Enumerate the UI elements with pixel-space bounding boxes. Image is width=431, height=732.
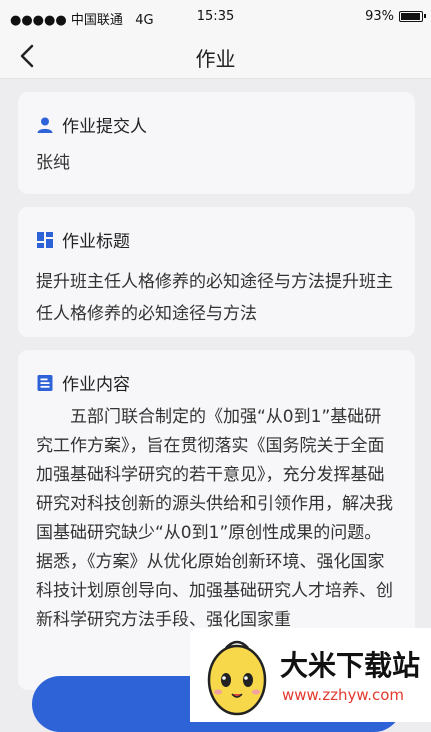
submitter-label: 作业提交人 bbox=[62, 117, 147, 137]
homework-content-text: 五部门联合制定的《加强“从0到1”基础研究工作方案》，旨在贯彻落实《国务院关于全… bbox=[36, 407, 393, 630]
document-icon bbox=[37, 374, 53, 391]
submitter-header: 作业提交人 bbox=[36, 112, 397, 137]
submitter-name: 张纯 bbox=[36, 153, 70, 173]
person-icon bbox=[37, 117, 53, 133]
status-bar: ●●●●● 中国联通 4G 15:35 93% bbox=[0, 0, 431, 34]
battery-percent: 93% bbox=[365, 9, 394, 24]
page-title: 作业 bbox=[195, 47, 236, 71]
watermark-brand: 大米下载站 bbox=[280, 649, 421, 682]
homework-content-label: 作业内容 bbox=[62, 375, 130, 395]
homework-title-header: 作业标题 bbox=[36, 227, 397, 252]
homework-title-text: 提升班主任人格修养的必知途径与方法提升班主任人格修养的必知途径与方法 bbox=[36, 272, 393, 324]
submitter-card: 作业提交人 张纯 bbox=[18, 92, 415, 194]
battery-icon bbox=[399, 11, 426, 22]
nav-bar: 作业 bbox=[0, 34, 431, 79]
watermark: 大米下载站 www.zzhyw.com bbox=[190, 628, 431, 722]
homework-title-label: 作业标题 bbox=[62, 232, 130, 252]
grid-icon bbox=[37, 231, 53, 248]
battery-status: 93% bbox=[365, 9, 426, 24]
homework-title-card: 作业标题 提升班主任人格修养的必知途径与方法提升班主任人格修养的必知途径与方法 bbox=[18, 207, 415, 337]
homework-content-header: 作业内容 bbox=[36, 370, 397, 395]
rice-mascot-logo bbox=[207, 640, 267, 716]
watermark-url: www.zzhyw.com bbox=[282, 686, 405, 704]
